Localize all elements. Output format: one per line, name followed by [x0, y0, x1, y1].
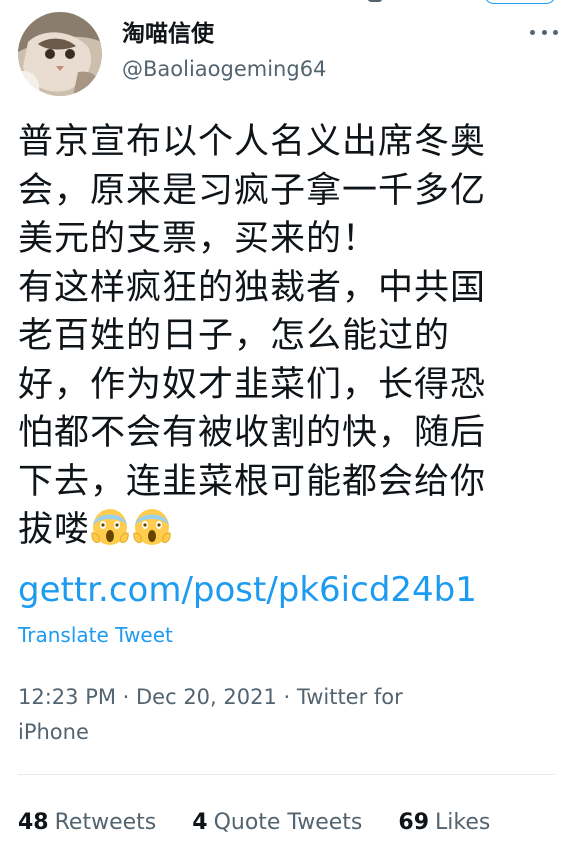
tweet-text-line: 下去，连韭菜根可能都会给你 [18, 461, 487, 502]
avatar[interactable] [18, 12, 102, 96]
more-dot [553, 29, 558, 35]
quote-tweets-label: Quote Tweets [213, 810, 363, 835]
quote-tweets-count: 4 [192, 810, 208, 835]
cropped-button [484, 0, 556, 4]
translate-tweet-link[interactable]: Translate Tweet [18, 622, 173, 648]
tweet-text-line: 有这样疯狂的独裁者，中共国 [18, 267, 487, 308]
tweet-text-line: 美元的支票，买来的！ [18, 219, 379, 259]
divider [18, 774, 556, 775]
author-name[interactable]: 淘喵信使 [122, 20, 214, 48]
retweets-stat[interactable]: 48 Retweets [18, 806, 156, 840]
tweet-text-line: 会，原来是习疯子拿一千多亿 [18, 170, 487, 211]
more-dot [541, 29, 547, 35]
quote-tweets-stat[interactable]: 4 Quote Tweets [192, 806, 362, 840]
cropped-icon [368, 0, 382, 2]
retweets-count: 48 [18, 810, 49, 835]
tweet-text-line: 怕都不会有被收割的快，随后 [18, 413, 487, 453]
likes-count: 69 [398, 810, 430, 835]
tweet-text-line: 普京宣布以个人名义出席冬奥 [18, 122, 487, 162]
timestamp-line: 12:23 PM · Dec 20, 2021 · Twitter for [18, 685, 403, 709]
tweet-stats: 48 Retweets 4 Quote Tweets 69 Likes [18, 806, 526, 840]
tweet-text: 普京宣布以个人名义出席冬奥 会，原来是习疯子拿一千多亿 美元的支票，买来的！ 有… [18, 118, 550, 555]
tweet-link[interactable]: gettr.com/post/pk6icd24b1 [18, 568, 477, 612]
more-dot [530, 29, 535, 35]
likes-stat[interactable]: 69 Likes [398, 806, 490, 840]
top-cropped-toolbar [0, 0, 564, 8]
source-line: iPhone [18, 720, 89, 744]
scream-emoji-icon [133, 509, 171, 545]
more-horizontal-icon[interactable] [530, 26, 558, 38]
tweet-text-line: 好，作为奴才韭菜们，长得恐 [18, 364, 487, 405]
likes-label: Likes [435, 810, 491, 835]
tweet-text-last-line: 拔喽 [18, 506, 550, 555]
tweet-metadata: 12:23 PM · Dec 20, 2021 · Twitter for iP… [18, 680, 538, 750]
scream-emoji-icon [91, 509, 129, 545]
tweet-text-line: 老百姓的日子，怎么能过的 [18, 316, 451, 356]
author-handle[interactable]: @Baoliaogeming64 [122, 56, 326, 82]
retweets-label: Retweets [54, 810, 157, 835]
tweet-text-line: 拔喽 [18, 510, 91, 550]
tweet-header: 淘喵信使 @Baoliaogeming64 [18, 12, 558, 96]
cat-avatar-image [18, 12, 102, 96]
